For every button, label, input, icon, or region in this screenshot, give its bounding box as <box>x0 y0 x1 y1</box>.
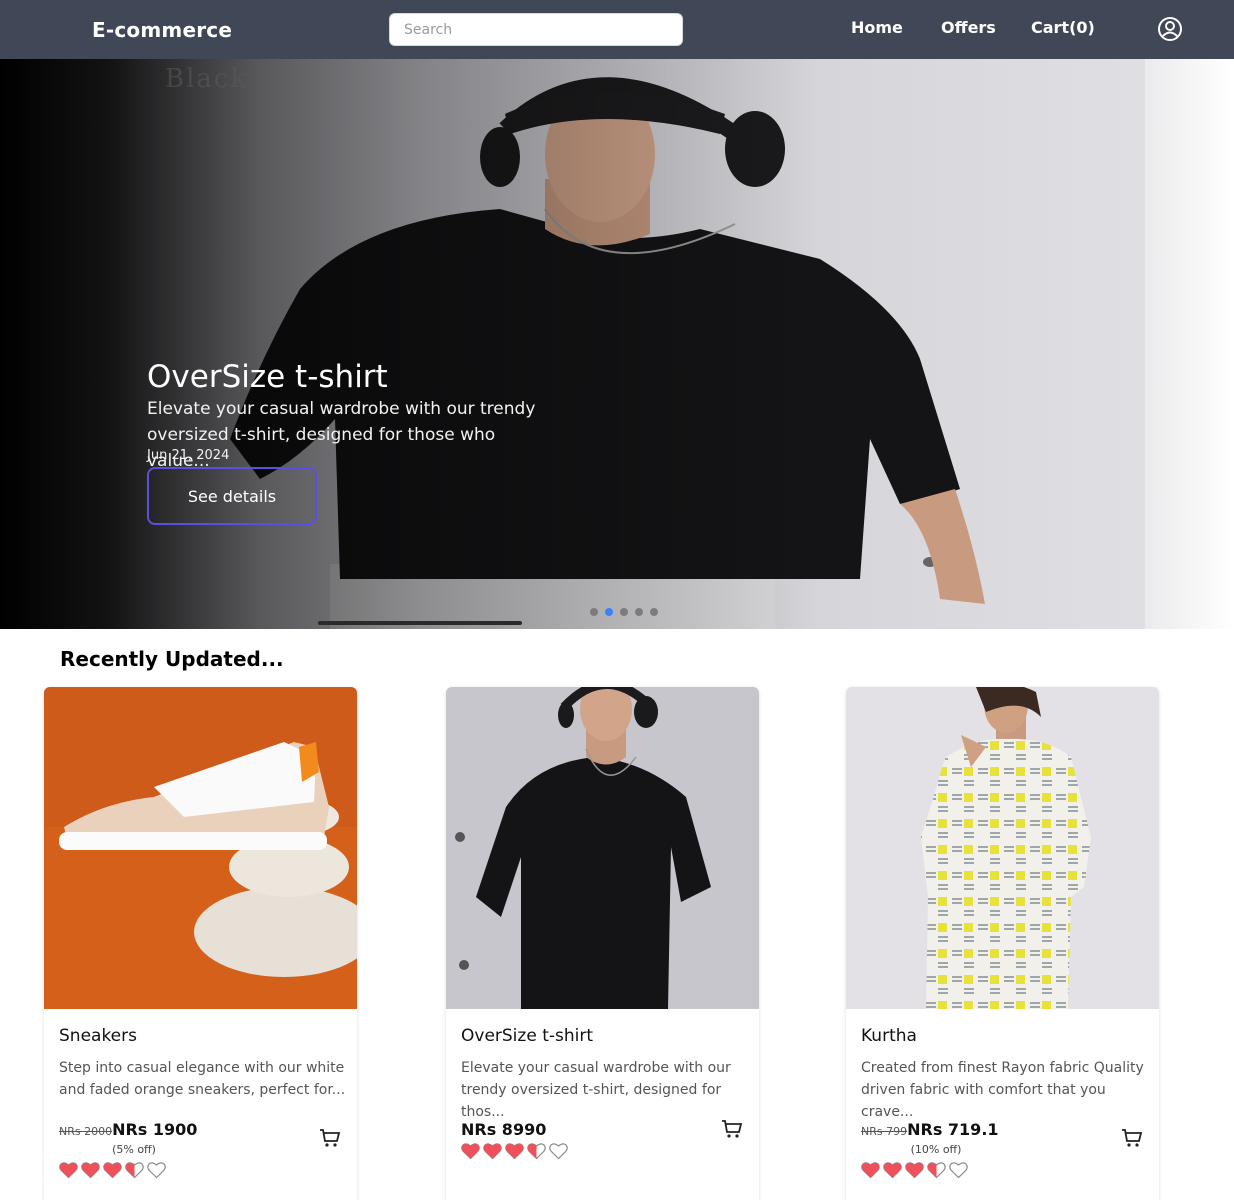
product-description: Created from finest Rayon fabric Quality… <box>861 1060 1144 1120</box>
price-row: NRs 8990 <box>461 1120 546 1139</box>
carousel-indicators <box>590 608 658 616</box>
heart-icon <box>483 1142 502 1164</box>
hero-watermark-text: Black <box>165 64 249 94</box>
heart-icon <box>861 1161 880 1183</box>
product-name[interactable]: Sneakers <box>59 1026 137 1046</box>
product-card[interactable]: Sneakers Step into casual elegance with … <box>44 687 357 1200</box>
original-price: NRs 799 <box>861 1125 908 1138</box>
heart-icon <box>461 1142 480 1164</box>
price-row: NRs 799 NRs 719.1 <box>861 1120 999 1139</box>
heart-icon <box>949 1161 968 1183</box>
nav-cart-link[interactable]: Cart(0) <box>1031 18 1095 37</box>
product-card[interactable]: Kurtha Created from finest Rayon fabric … <box>846 687 1159 1200</box>
hero-date: Jun 21, 2024 <box>147 448 230 463</box>
shopping-cart-icon[interactable] <box>1121 1127 1143 1149</box>
user-circle-icon[interactable] <box>1157 16 1183 42</box>
sale-price: NRs 719.1 <box>907 1120 999 1139</box>
carousel-dot[interactable] <box>635 608 643 616</box>
price-row: NRs 2000 NRs 1900 <box>59 1120 197 1139</box>
rating-stars <box>59 1161 166 1183</box>
heart-icon <box>81 1161 100 1183</box>
product-name[interactable]: OverSize t-shirt <box>461 1026 593 1046</box>
heart-icon <box>549 1142 568 1164</box>
section-title: Recently Updated... <box>60 647 284 671</box>
product-image[interactable] <box>44 687 357 1009</box>
product-name[interactable]: Kurtha <box>861 1026 917 1046</box>
heart-icon <box>125 1161 144 1183</box>
heart-icon <box>147 1161 166 1183</box>
original-price: NRs 2000 <box>59 1125 113 1138</box>
sale-price: NRs 1900 <box>112 1120 198 1139</box>
heart-icon <box>927 1161 946 1183</box>
heart-icon <box>59 1161 78 1183</box>
search-input[interactable] <box>389 13 683 46</box>
hero-carousel: Black OverSize t-shirt Elevate your casu… <box>0 59 1234 629</box>
brand-logo[interactable]: E-commerce <box>92 18 232 42</box>
product-image[interactable] <box>446 687 759 1009</box>
navbar: E-commerce Home Offers Cart(0) <box>0 0 1234 59</box>
carousel-dot[interactable] <box>620 608 628 616</box>
shopping-cart-icon[interactable] <box>721 1118 743 1140</box>
heart-icon <box>883 1161 902 1183</box>
carousel-scrollbar[interactable] <box>318 621 522 625</box>
rating-stars <box>461 1142 568 1164</box>
hero-title: OverSize t-shirt <box>147 359 388 395</box>
product-image[interactable] <box>846 687 1159 1009</box>
product-card[interactable]: OverSize t-shirt Elevate your casual war… <box>446 687 759 1200</box>
heart-icon <box>527 1142 546 1164</box>
see-details-button[interactable]: See details <box>147 467 317 525</box>
nav-offers-link[interactable]: Offers <box>941 18 996 37</box>
product-description: Elevate your casual wardrobe with our tr… <box>461 1060 731 1120</box>
heart-icon <box>103 1161 122 1183</box>
shopping-cart-icon[interactable] <box>319 1127 341 1149</box>
rating-stars <box>861 1161 968 1183</box>
sale-price: NRs 8990 <box>461 1120 547 1139</box>
discount-label: (5% off) <box>112 1143 156 1156</box>
carousel-dot[interactable] <box>590 608 598 616</box>
nav-home-link[interactable]: Home <box>851 18 903 37</box>
discount-label: (10% off) <box>910 1143 962 1156</box>
hero-right-fade <box>1145 59 1234 629</box>
heart-icon <box>905 1161 924 1183</box>
product-description: Step into casual elegance with our white… <box>59 1060 346 1098</box>
carousel-dot[interactable] <box>605 608 613 616</box>
carousel-dot[interactable] <box>650 608 658 616</box>
heart-icon <box>505 1142 524 1164</box>
hero-shade <box>0 59 1234 629</box>
